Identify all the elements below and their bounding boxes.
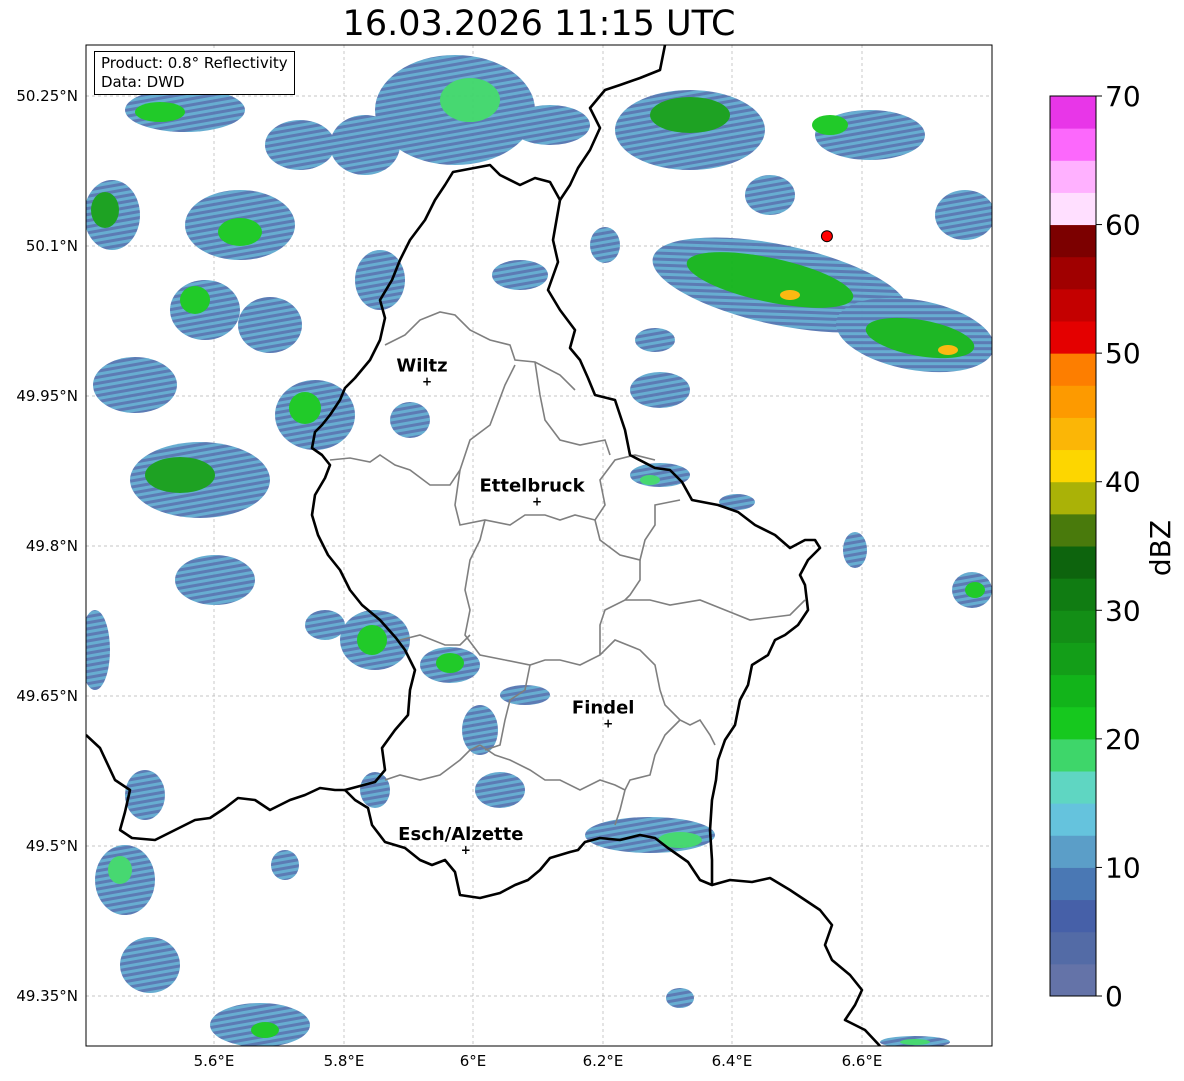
colorbar-segment xyxy=(1050,546,1096,579)
colorbar-segment xyxy=(1050,321,1096,354)
colorbar-label: dBZ xyxy=(1144,520,1177,576)
colorbar-tick-label: 0 xyxy=(1105,980,1123,1013)
colorbar-segment xyxy=(1050,288,1096,322)
colorbar-segment xyxy=(1050,481,1096,515)
colorbar-ticks: 0 10 20 30 40 50 60 70 xyxy=(1096,80,1141,1013)
colorbar-tick-label: 20 xyxy=(1105,723,1141,756)
lat-tick-label: 49.95°N xyxy=(16,387,78,405)
lon-tick-label: 6.4°E xyxy=(712,1052,753,1070)
lat-tick-label: 49.5°N xyxy=(26,837,78,855)
city-label: Esch/Alzette xyxy=(398,824,523,845)
colorbar-segment xyxy=(1050,192,1096,226)
lon-tick-label: 5.6°E xyxy=(194,1052,235,1070)
colorbar-segment xyxy=(1050,963,1096,997)
lon-axis: 5.6°E 5.8°E 6°E 6.2°E 6.4°E 6.6°E xyxy=(194,1052,883,1070)
colorbar-segment xyxy=(1050,96,1096,129)
colorbar-segment xyxy=(1050,706,1096,740)
colorbar-segment xyxy=(1050,674,1096,708)
colorbar-segment xyxy=(1050,771,1096,804)
lon-tick-label: 6°E xyxy=(460,1052,487,1070)
lon-tick-label: 5.8°E xyxy=(324,1052,365,1070)
city-marker: + xyxy=(422,374,432,388)
colorbar-segment xyxy=(1050,417,1096,451)
colorbar-segment xyxy=(1050,931,1096,965)
radar-site-marker xyxy=(820,230,833,243)
colorbar-segment xyxy=(1050,578,1096,611)
colorbar-segment xyxy=(1050,128,1096,161)
colorbar-segment xyxy=(1050,449,1096,483)
colorbar-segment xyxy=(1050,385,1096,418)
colorbar-tick-label: 30 xyxy=(1105,594,1141,627)
lat-axis: 50.25°N 50.1°N 49.95°N 49.8°N 49.65°N 49… xyxy=(16,87,78,1005)
colorbar-segment xyxy=(1050,353,1096,386)
colorbar-tick-label: 40 xyxy=(1105,466,1141,499)
colorbar-segment xyxy=(1050,224,1096,258)
product-label: Product: 0.8° Reflectivity xyxy=(101,54,288,72)
colorbar-tick-label: 60 xyxy=(1105,209,1141,242)
city-marker: + xyxy=(532,494,542,508)
colorbar-segment xyxy=(1050,160,1096,193)
city-marker: + xyxy=(603,717,613,731)
colorbar-segment xyxy=(1050,513,1096,547)
info-box: Product: 0.8° Reflectivity Data: DWD xyxy=(94,51,295,95)
colorbar-segment xyxy=(1050,867,1096,901)
lat-tick-label: 50.25°N xyxy=(16,87,78,105)
colorbar xyxy=(1050,96,1096,997)
colorbar-segment xyxy=(1050,642,1096,676)
colorbar-segment xyxy=(1050,256,1096,290)
lat-tick-label: 49.65°N xyxy=(16,687,78,705)
lon-tick-label: 6.2°E xyxy=(583,1052,624,1070)
colorbar-tick-label: 70 xyxy=(1105,80,1141,113)
city-marker: + xyxy=(461,843,471,857)
lon-tick-label: 6.6°E xyxy=(842,1052,883,1070)
city-label: Wiltz xyxy=(396,355,447,376)
data-source-label: Data: DWD xyxy=(101,73,185,91)
colorbar-segment xyxy=(1050,803,1096,836)
lat-tick-label: 50.1°N xyxy=(26,237,78,255)
colorbar-segment xyxy=(1050,835,1096,868)
colorbar-segment xyxy=(1050,899,1096,933)
lat-tick-label: 49.8°N xyxy=(26,537,78,555)
city-label: Findel xyxy=(572,698,635,719)
colorbar-segment xyxy=(1050,738,1096,772)
radar-map: +Wiltz+Ettelbruck+Findel+Esch/Alzette 50… xyxy=(16,44,1177,1070)
colorbar-segment xyxy=(1050,610,1096,643)
colorbar-tick-label: 50 xyxy=(1105,337,1141,370)
colorbar-tick-label: 10 xyxy=(1105,851,1141,884)
lat-tick-label: 49.35°N xyxy=(16,987,78,1005)
city-label: Ettelbruck xyxy=(479,475,585,496)
